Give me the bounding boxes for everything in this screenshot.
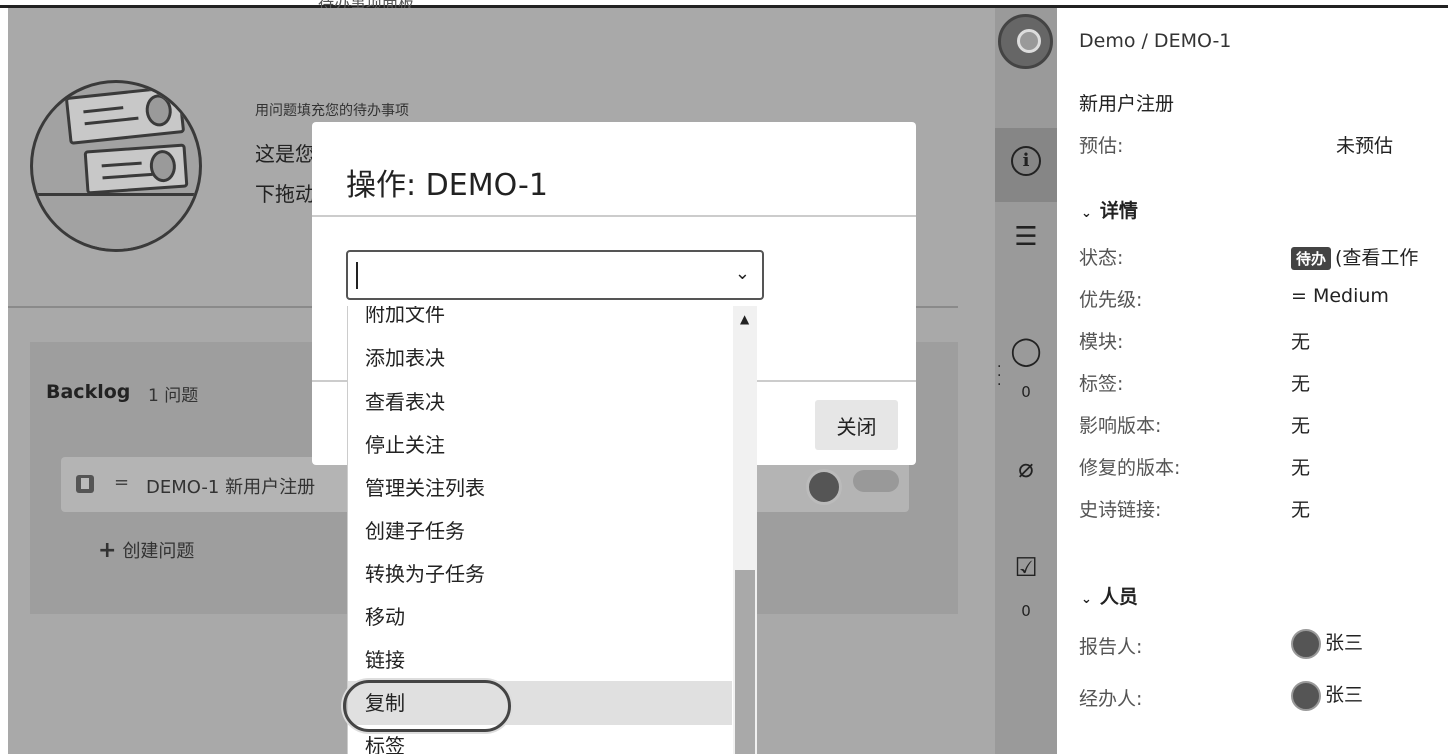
view-workflow-link[interactable]: (查看工作 — [1335, 247, 1418, 269]
option-manage-watchers[interactable]: 管理关注列表 — [348, 466, 732, 510]
comment-count: 0 — [1021, 383, 1031, 401]
priority-label: 优先级: — [1079, 289, 1143, 311]
labels-label: 标签: — [1079, 373, 1124, 395]
close-button[interactable]: 关闭 — [815, 400, 898, 450]
option-view-votes[interactable]: 查看表决 — [348, 380, 732, 424]
create-issue-button[interactable]: + 创建问题 — [98, 537, 194, 563]
create-issue-label: 创建问题 — [122, 541, 195, 562]
paperclip-icon[interactable]: ⌀ — [995, 454, 1057, 484]
highlight-annotation — [343, 680, 511, 732]
reporter-label: 报告人: — [1079, 636, 1143, 658]
chevron-down-icon: ⌄ — [1081, 592, 1092, 607]
component-value[interactable]: 无 — [1291, 327, 1310, 354]
option-move[interactable]: 移动 — [348, 595, 732, 639]
info-glyph: i — [1011, 146, 1041, 176]
epic-link-label: 史诗链接: — [1079, 499, 1162, 521]
component-label: 模块: — [1079, 331, 1124, 353]
plus-icon: + — [98, 538, 117, 563]
status-value[interactable]: 待办 (查看工作 — [1291, 243, 1418, 270]
info-icon[interactable]: i — [995, 146, 1057, 176]
epic-link-value[interactable]: 无 — [1291, 495, 1310, 522]
estimate-pill — [853, 470, 899, 492]
scroll-up-icon[interactable]: ▲ — [740, 312, 749, 326]
description-icon[interactable]: ☰ — [995, 222, 1057, 252]
priority-value[interactable]: = Medium — [1291, 285, 1389, 307]
assignee-avatar — [806, 469, 842, 505]
dropdown-scrollbar[interactable]: ▲ — [733, 306, 757, 754]
option-convert-to-subtask[interactable]: 转换为子任务 — [348, 552, 732, 596]
backlog-intro-line2: 下拖动 — [255, 182, 315, 206]
avatar — [1291, 628, 1321, 659]
project-avatar[interactable] — [998, 14, 1053, 69]
text-cursor — [356, 262, 358, 289]
dialog-divider — [312, 215, 916, 217]
labels-value[interactable]: 无 — [1291, 369, 1310, 396]
story-icon — [76, 475, 94, 493]
detail-icon-bar — [995, 8, 1057, 754]
breadcrumb[interactable]: Demo / DEMO-1 — [1079, 30, 1231, 52]
assignee-name: 张三 — [1325, 684, 1364, 706]
people-section-title: 人员 — [1099, 586, 1138, 608]
option-add-vote[interactable]: 添加表决 — [348, 336, 732, 380]
avatar — [1291, 680, 1321, 711]
reporter-name: 张三 — [1325, 632, 1364, 654]
dialog-title: 操作: DEMO-1 — [346, 168, 548, 203]
backlog-intro-line1: 这是您 — [255, 142, 315, 166]
details-section-title: 详情 — [1099, 200, 1138, 222]
option-link[interactable]: 链接 — [348, 638, 732, 682]
issue-key-summary[interactable]: DEMO-1 新用户注册 — [146, 473, 315, 499]
option-attach-file[interactable]: 附加文件 — [348, 306, 732, 336]
status-badge[interactable]: 待办 — [1291, 247, 1332, 270]
backlog-intro-title: 用问题填充您的待办事项 — [255, 103, 409, 119]
comment-icon[interactable]: ◯ — [995, 334, 1057, 367]
backlog-title: Backlog — [46, 381, 131, 403]
estimate-value[interactable]: 未预估 — [1336, 131, 1393, 158]
fix-version-value[interactable]: 无 — [1291, 453, 1310, 480]
checklist-icon[interactable]: ☑ — [995, 553, 1057, 583]
left-strip — [0, 8, 8, 754]
fix-version-label: 修复的版本: — [1079, 457, 1181, 479]
empty-backlog-illustration — [30, 80, 202, 252]
people-section-header[interactable]: ⌄ 人员 — [1081, 582, 1138, 609]
option-stop-watching[interactable]: 停止关注 — [348, 423, 732, 467]
option-create-subtask[interactable]: 创建子任务 — [348, 509, 732, 553]
status-label: 状态: — [1079, 247, 1124, 269]
action-select[interactable]: ⌄ — [346, 250, 764, 300]
details-section-header[interactable]: ⌄ 详情 — [1081, 196, 1138, 223]
top-bar: 待办事项面板 — [0, 0, 1448, 13]
assignee-label: 经办人: — [1079, 688, 1143, 710]
chevron-down-icon[interactable]: ⌄ — [735, 263, 750, 284]
chevron-down-icon: ⌄ — [1081, 206, 1092, 221]
reporter-value[interactable]: 张三 — [1291, 628, 1363, 659]
checklist-count: 0 — [1021, 602, 1031, 620]
backlog-count: 1 问题 — [148, 386, 199, 406]
affects-version-value[interactable]: 无 — [1291, 411, 1310, 438]
affects-version-label: 影响版本: — [1079, 415, 1162, 437]
scroll-thumb[interactable] — [735, 570, 755, 754]
issue-summary[interactable]: 新用户注册 — [1079, 89, 1174, 116]
assignee-value[interactable]: 张三 — [1291, 680, 1363, 711]
estimate-label: 预估: — [1079, 135, 1124, 157]
priority-medium-icon: = — [114, 472, 130, 493]
